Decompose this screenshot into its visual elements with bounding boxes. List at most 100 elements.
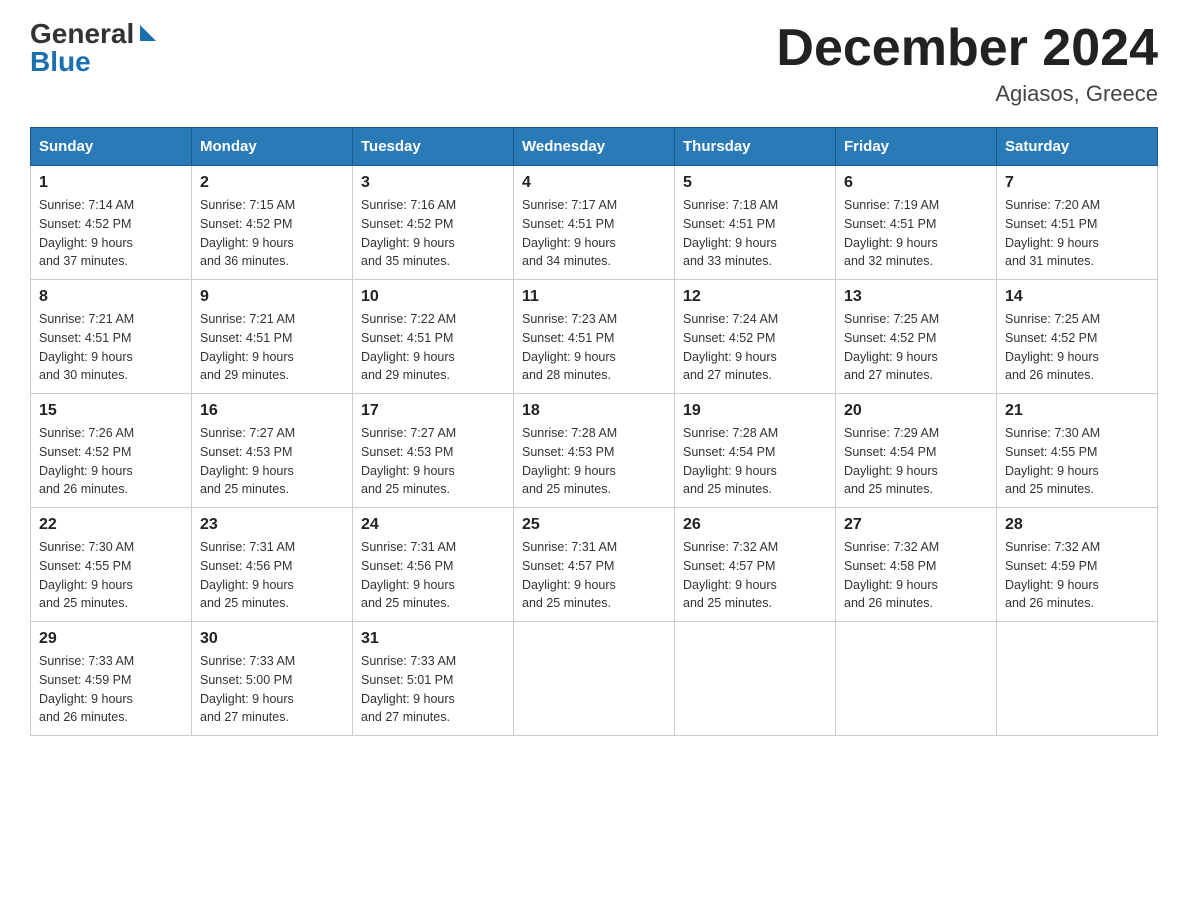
table-row: 21 Sunrise: 7:30 AM Sunset: 4:55 PM Dayl… [997,394,1158,508]
day-number: 2 [200,174,344,192]
day-info: Sunrise: 7:30 AM Sunset: 4:55 PM Dayligh… [1005,424,1149,499]
day-number: 24 [361,516,505,534]
table-row: 14 Sunrise: 7:25 AM Sunset: 4:52 PM Dayl… [997,280,1158,394]
day-info: Sunrise: 7:16 AM Sunset: 4:52 PM Dayligh… [361,196,505,271]
day-info: Sunrise: 7:25 AM Sunset: 4:52 PM Dayligh… [1005,310,1149,385]
day-info: Sunrise: 7:18 AM Sunset: 4:51 PM Dayligh… [683,196,827,271]
calendar-week-row: 22 Sunrise: 7:30 AM Sunset: 4:55 PM Dayl… [31,508,1158,622]
calendar-week-row: 8 Sunrise: 7:21 AM Sunset: 4:51 PM Dayli… [31,280,1158,394]
logo-general: General [30,20,134,48]
day-number: 6 [844,174,988,192]
header-saturday: Saturday [997,128,1158,166]
day-info: Sunrise: 7:32 AM Sunset: 4:57 PM Dayligh… [683,538,827,613]
calendar-week-row: 15 Sunrise: 7:26 AM Sunset: 4:52 PM Dayl… [31,394,1158,508]
header-friday: Friday [836,128,997,166]
day-number: 18 [522,402,666,420]
location: Agiasos, Greece [776,81,1158,107]
day-number: 23 [200,516,344,534]
day-info: Sunrise: 7:33 AM Sunset: 5:00 PM Dayligh… [200,652,344,727]
table-row: 28 Sunrise: 7:32 AM Sunset: 4:59 PM Dayl… [997,508,1158,622]
table-row: 18 Sunrise: 7:28 AM Sunset: 4:53 PM Dayl… [514,394,675,508]
day-info: Sunrise: 7:29 AM Sunset: 4:54 PM Dayligh… [844,424,988,499]
day-number: 26 [683,516,827,534]
table-row: 5 Sunrise: 7:18 AM Sunset: 4:51 PM Dayli… [675,166,836,280]
table-row: 16 Sunrise: 7:27 AM Sunset: 4:53 PM Dayl… [192,394,353,508]
day-info: Sunrise: 7:31 AM Sunset: 4:57 PM Dayligh… [522,538,666,613]
day-info: Sunrise: 7:21 AM Sunset: 4:51 PM Dayligh… [39,310,183,385]
day-number: 7 [1005,174,1149,192]
day-info: Sunrise: 7:22 AM Sunset: 4:51 PM Dayligh… [361,310,505,385]
day-number: 14 [1005,288,1149,306]
table-row: 24 Sunrise: 7:31 AM Sunset: 4:56 PM Dayl… [353,508,514,622]
day-info: Sunrise: 7:14 AM Sunset: 4:52 PM Dayligh… [39,196,183,271]
header-wednesday: Wednesday [514,128,675,166]
table-row [514,622,675,736]
day-info: Sunrise: 7:23 AM Sunset: 4:51 PM Dayligh… [522,310,666,385]
day-number: 25 [522,516,666,534]
day-number: 21 [1005,402,1149,420]
day-info: Sunrise: 7:32 AM Sunset: 4:59 PM Dayligh… [1005,538,1149,613]
month-title: December 2024 [776,20,1158,77]
day-info: Sunrise: 7:25 AM Sunset: 4:52 PM Dayligh… [844,310,988,385]
table-row: 31 Sunrise: 7:33 AM Sunset: 5:01 PM Dayl… [353,622,514,736]
day-info: Sunrise: 7:27 AM Sunset: 4:53 PM Dayligh… [200,424,344,499]
table-row: 2 Sunrise: 7:15 AM Sunset: 4:52 PM Dayli… [192,166,353,280]
day-number: 19 [683,402,827,420]
day-info: Sunrise: 7:27 AM Sunset: 4:53 PM Dayligh… [361,424,505,499]
table-row [836,622,997,736]
day-number: 20 [844,402,988,420]
day-number: 5 [683,174,827,192]
table-row: 29 Sunrise: 7:33 AM Sunset: 4:59 PM Dayl… [31,622,192,736]
day-number: 29 [39,630,183,648]
day-number: 3 [361,174,505,192]
table-row [675,622,836,736]
day-info: Sunrise: 7:32 AM Sunset: 4:58 PM Dayligh… [844,538,988,613]
day-info: Sunrise: 7:26 AM Sunset: 4:52 PM Dayligh… [39,424,183,499]
calendar-week-row: 29 Sunrise: 7:33 AM Sunset: 4:59 PM Dayl… [31,622,1158,736]
header-monday: Monday [192,128,353,166]
day-info: Sunrise: 7:31 AM Sunset: 4:56 PM Dayligh… [200,538,344,613]
day-number: 9 [200,288,344,306]
table-row: 22 Sunrise: 7:30 AM Sunset: 4:55 PM Dayl… [31,508,192,622]
day-number: 11 [522,288,666,306]
table-row: 11 Sunrise: 7:23 AM Sunset: 4:51 PM Dayl… [514,280,675,394]
day-number: 17 [361,402,505,420]
table-row: 20 Sunrise: 7:29 AM Sunset: 4:54 PM Dayl… [836,394,997,508]
calendar-week-row: 1 Sunrise: 7:14 AM Sunset: 4:52 PM Dayli… [31,166,1158,280]
table-row: 23 Sunrise: 7:31 AM Sunset: 4:56 PM Dayl… [192,508,353,622]
day-info: Sunrise: 7:19 AM Sunset: 4:51 PM Dayligh… [844,196,988,271]
logo-blue: Blue [30,46,91,77]
table-row: 8 Sunrise: 7:21 AM Sunset: 4:51 PM Dayli… [31,280,192,394]
table-row: 1 Sunrise: 7:14 AM Sunset: 4:52 PM Dayli… [31,166,192,280]
day-number: 4 [522,174,666,192]
day-number: 1 [39,174,183,192]
day-number: 28 [1005,516,1149,534]
table-row [997,622,1158,736]
header-thursday: Thursday [675,128,836,166]
table-row: 15 Sunrise: 7:26 AM Sunset: 4:52 PM Dayl… [31,394,192,508]
page-header: General Blue December 2024 Agiasos, Gree… [30,20,1158,107]
day-info: Sunrise: 7:28 AM Sunset: 4:53 PM Dayligh… [522,424,666,499]
day-number: 12 [683,288,827,306]
table-row: 26 Sunrise: 7:32 AM Sunset: 4:57 PM Dayl… [675,508,836,622]
day-number: 15 [39,402,183,420]
day-number: 16 [200,402,344,420]
day-number: 10 [361,288,505,306]
header-tuesday: Tuesday [353,128,514,166]
day-number: 8 [39,288,183,306]
day-number: 27 [844,516,988,534]
table-row: 7 Sunrise: 7:20 AM Sunset: 4:51 PM Dayli… [997,166,1158,280]
title-area: December 2024 Agiasos, Greece [776,20,1158,107]
table-row: 13 Sunrise: 7:25 AM Sunset: 4:52 PM Dayl… [836,280,997,394]
day-info: Sunrise: 7:31 AM Sunset: 4:56 PM Dayligh… [361,538,505,613]
table-row: 12 Sunrise: 7:24 AM Sunset: 4:52 PM Dayl… [675,280,836,394]
table-row: 3 Sunrise: 7:16 AM Sunset: 4:52 PM Dayli… [353,166,514,280]
day-info: Sunrise: 7:17 AM Sunset: 4:51 PM Dayligh… [522,196,666,271]
table-row: 9 Sunrise: 7:21 AM Sunset: 4:51 PM Dayli… [192,280,353,394]
table-row: 4 Sunrise: 7:17 AM Sunset: 4:51 PM Dayli… [514,166,675,280]
day-info: Sunrise: 7:33 AM Sunset: 4:59 PM Dayligh… [39,652,183,727]
day-info: Sunrise: 7:24 AM Sunset: 4:52 PM Dayligh… [683,310,827,385]
table-row: 27 Sunrise: 7:32 AM Sunset: 4:58 PM Dayl… [836,508,997,622]
table-row: 6 Sunrise: 7:19 AM Sunset: 4:51 PM Dayli… [836,166,997,280]
day-number: 31 [361,630,505,648]
